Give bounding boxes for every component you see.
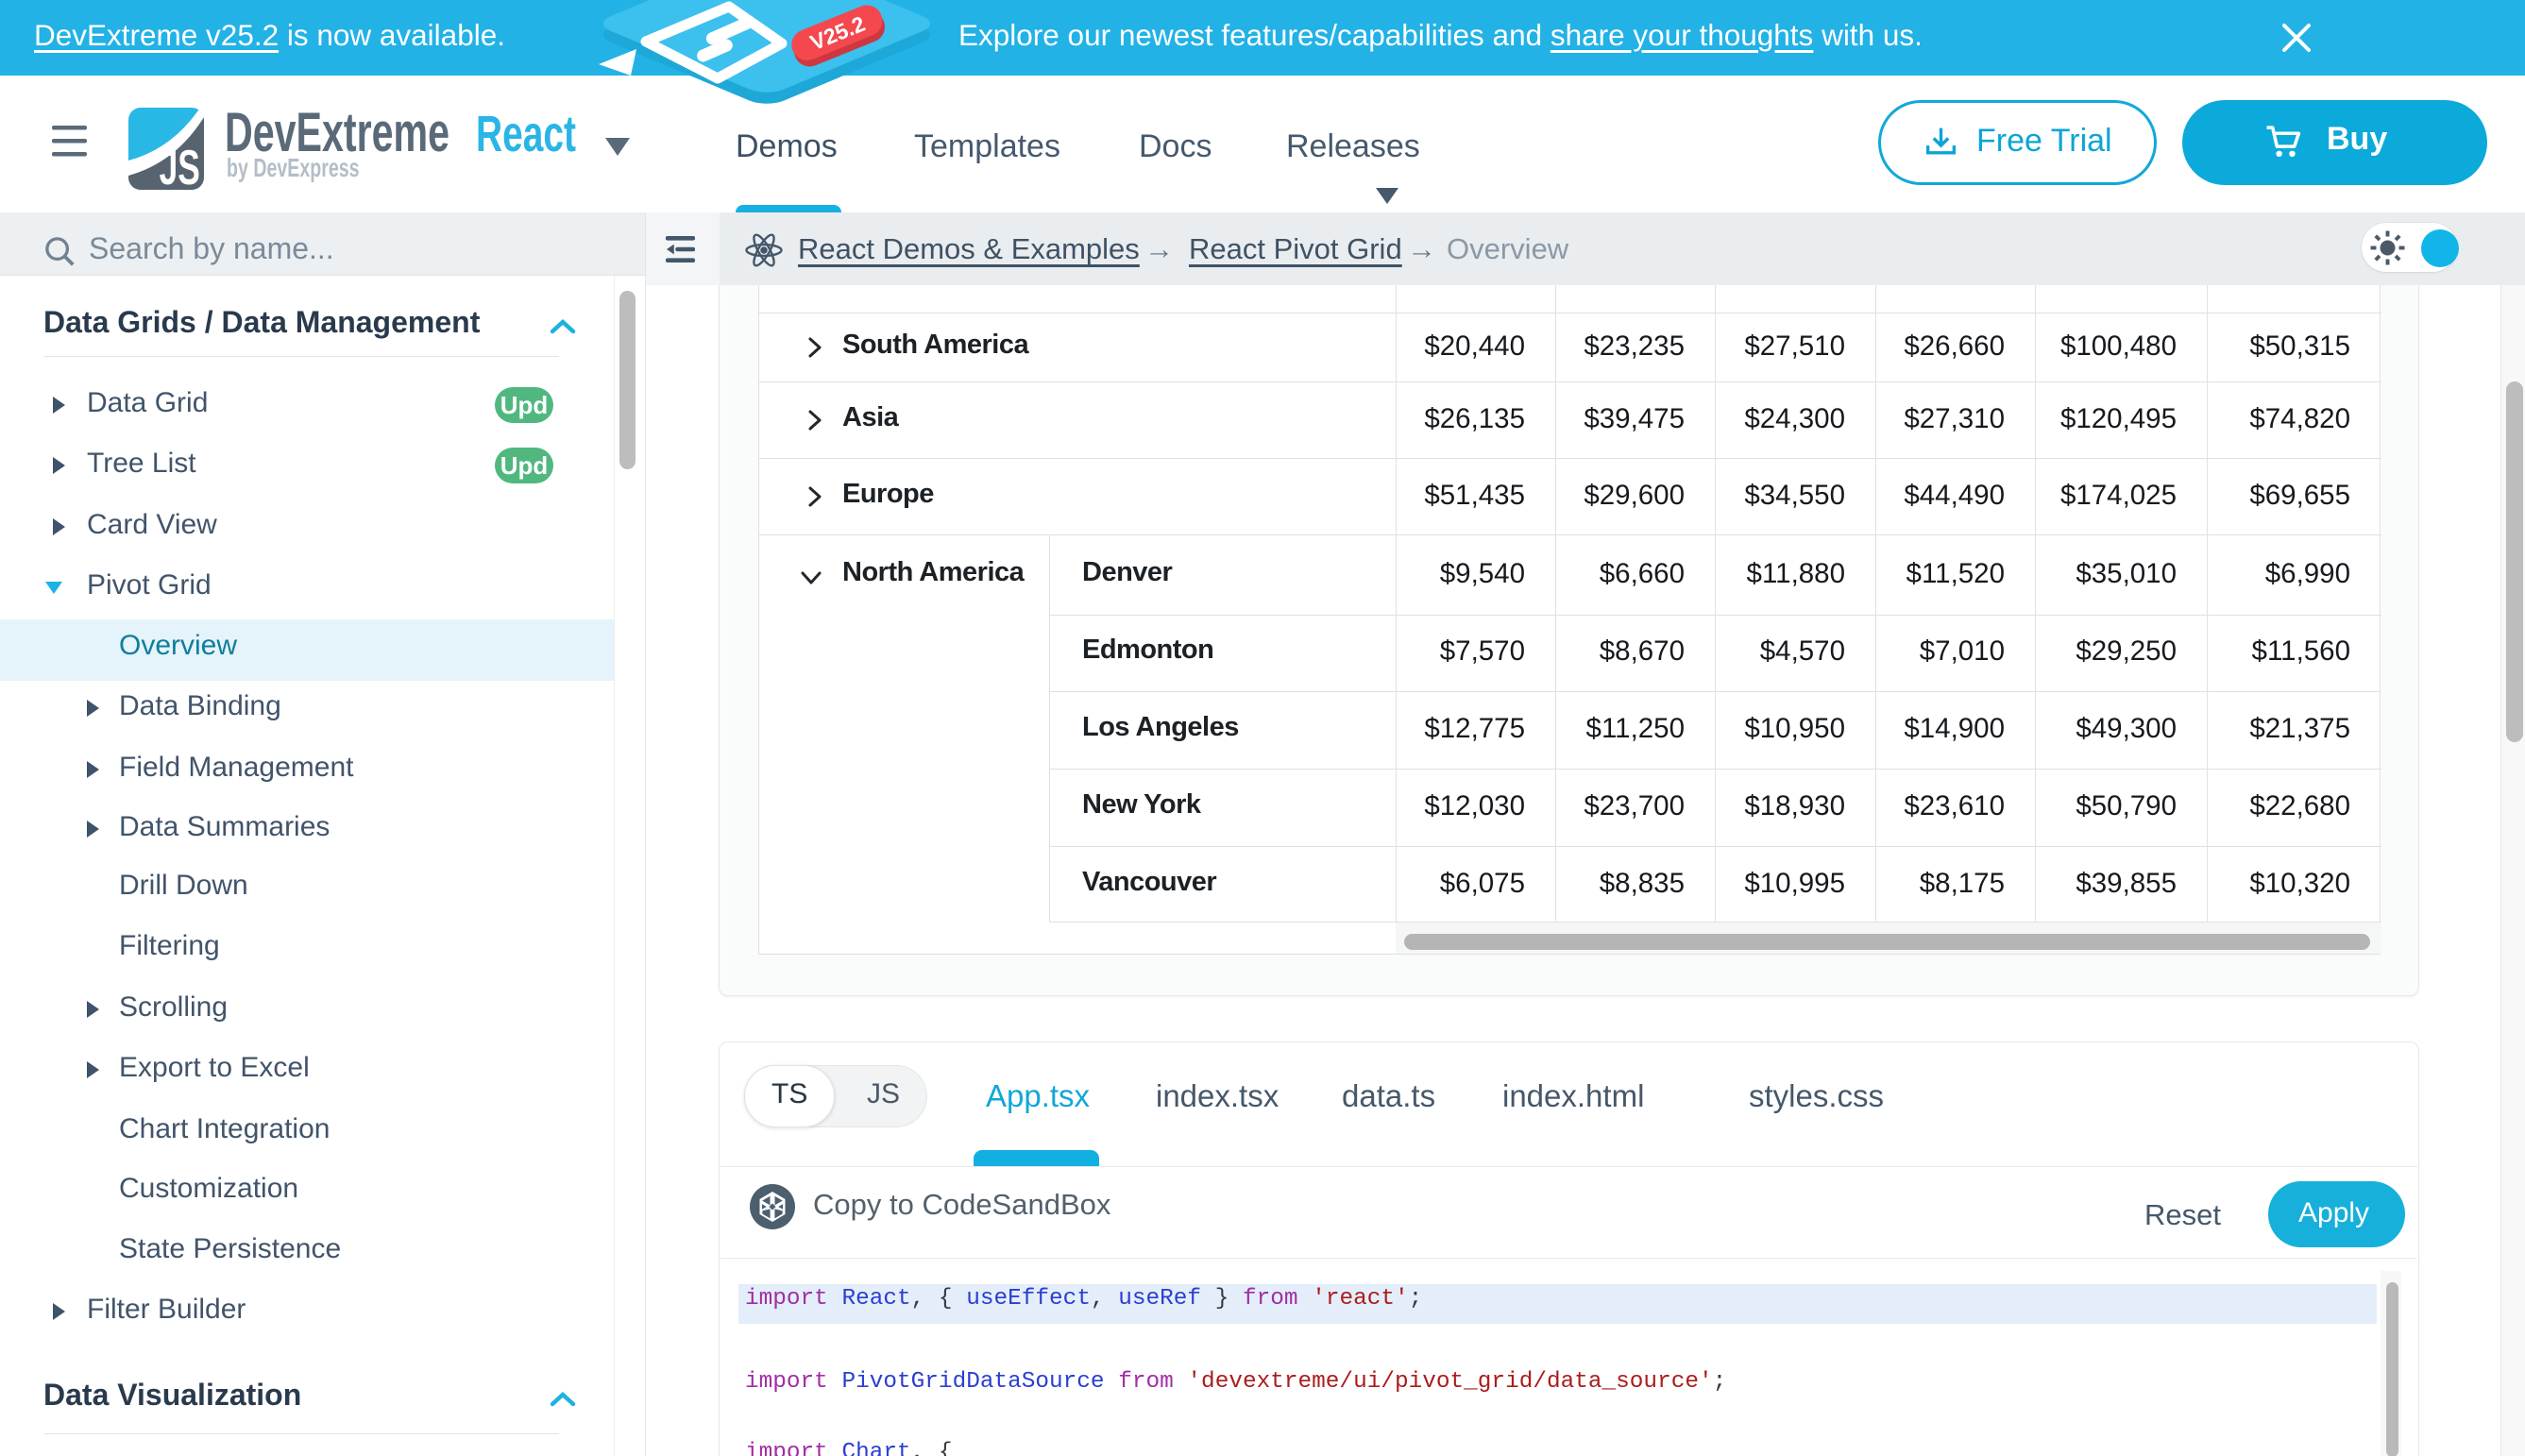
- svg-text:JS: JS: [160, 141, 200, 190]
